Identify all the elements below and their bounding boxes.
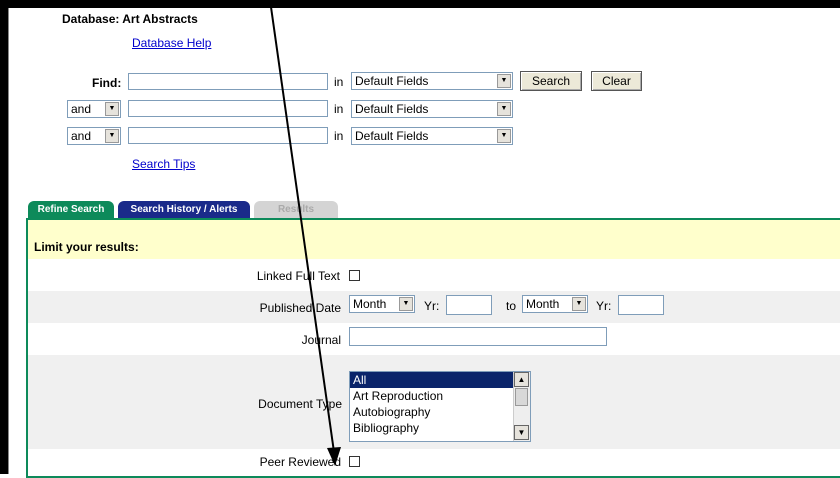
annotation-arrow — [269, 0, 341, 466]
arrow-shaft — [269, 0, 335, 453]
arrow-head-icon — [327, 447, 341, 466]
